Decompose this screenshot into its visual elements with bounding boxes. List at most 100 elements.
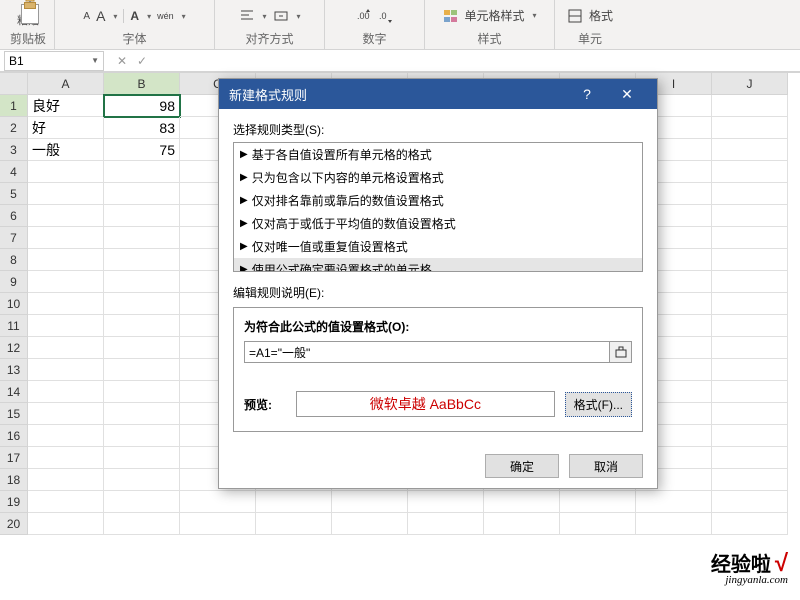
decrease-font-icon[interactable]: A [83,11,90,22]
cell[interactable] [28,469,104,491]
row-header[interactable]: 8 [0,249,28,271]
cell[interactable] [256,513,332,535]
format-icon[interactable] [567,8,583,24]
row-header[interactable]: 20 [0,513,28,535]
rule-type-item[interactable]: ▶只为包含以下内容的单元格设置格式 [234,166,642,189]
cell[interactable] [28,315,104,337]
rule-type-item[interactable]: ▶基于各自值设置所有单元格的格式 [234,143,642,166]
row-header[interactable]: 10 [0,293,28,315]
cell[interactable] [28,359,104,381]
cell[interactable] [104,227,180,249]
cell[interactable] [712,315,788,337]
cell[interactable] [104,359,180,381]
cell[interactable] [712,205,788,227]
close-icon[interactable]: ✕ [607,79,647,109]
column-header[interactable]: A [28,73,104,95]
cell[interactable] [484,513,560,535]
cell[interactable] [28,271,104,293]
cell[interactable] [712,491,788,513]
align-left-icon[interactable] [239,8,255,24]
cell-styles-label[interactable]: 单元格样式 [465,7,525,24]
cell[interactable] [408,513,484,535]
cell[interactable] [104,271,180,293]
cell[interactable] [28,403,104,425]
row-header[interactable]: 14 [0,381,28,403]
cell[interactable] [712,293,788,315]
cell[interactable] [104,249,180,271]
format-label[interactable]: 格式 [589,7,613,24]
cell[interactable] [28,293,104,315]
range-selector-icon[interactable] [609,342,631,362]
row-header[interactable]: 13 [0,359,28,381]
help-icon[interactable]: ? [567,79,607,109]
rule-type-item[interactable]: ▶仅对排名靠前或靠后的数值设置格式 [234,189,642,212]
rule-type-list[interactable]: ▶基于各自值设置所有单元格的格式▶只为包含以下内容的单元格设置格式▶仅对排名靠前… [233,142,643,272]
dialog-titlebar[interactable]: 新建格式规则 ? ✕ [219,79,657,109]
increase-decimal-icon[interactable]: .0 [378,8,394,24]
cell[interactable] [28,205,104,227]
cell[interactable] [104,425,180,447]
row-header[interactable]: 11 [0,315,28,337]
cell[interactable] [636,491,712,513]
cell[interactable] [28,227,104,249]
cell[interactable] [712,337,788,359]
cell[interactable] [104,205,180,227]
row-header[interactable]: 5 [0,183,28,205]
row-header[interactable]: 9 [0,271,28,293]
cell[interactable] [712,183,788,205]
cell[interactable] [408,491,484,513]
cell[interactable] [104,491,180,513]
cancel-fx-icon[interactable]: ✕ [114,54,130,68]
cell[interactable] [104,161,180,183]
cell[interactable] [712,425,788,447]
phonetic-icon[interactable]: wén [157,11,174,21]
cell[interactable] [104,183,180,205]
cell[interactable] [332,513,408,535]
cell[interactable] [712,139,788,161]
cell[interactable] [104,469,180,491]
cell[interactable] [712,117,788,139]
row-header[interactable]: 19 [0,491,28,513]
cell[interactable]: 98 [104,95,180,117]
cell[interactable]: 83 [104,117,180,139]
cancel-button[interactable]: 取消 [569,454,643,478]
format-button[interactable]: 格式(F)... [565,392,632,417]
cell-styles-icon[interactable] [443,8,459,24]
cell[interactable]: 好 [28,117,104,139]
cell[interactable] [712,227,788,249]
cell[interactable] [104,293,180,315]
name-box[interactable]: B1 ▼ [4,51,104,71]
column-header[interactable]: J [712,73,788,95]
row-header[interactable]: 3 [0,139,28,161]
select-all-corner[interactable] [0,73,28,95]
formula-input[interactable] [245,345,609,359]
cell[interactable] [560,491,636,513]
cell[interactable] [636,513,712,535]
cell[interactable] [712,161,788,183]
cell[interactable] [28,161,104,183]
cell[interactable] [28,381,104,403]
cell[interactable] [28,491,104,513]
cell[interactable] [104,513,180,535]
cell[interactable] [28,183,104,205]
cell[interactable] [712,469,788,491]
cell[interactable] [712,249,788,271]
cell[interactable] [712,513,788,535]
cell[interactable] [104,315,180,337]
cell[interactable] [712,447,788,469]
cell[interactable] [332,491,408,513]
cell[interactable] [560,513,636,535]
row-header[interactable]: 7 [0,227,28,249]
decrease-decimal-icon[interactable]: .00 [356,8,372,24]
cell[interactable] [28,337,104,359]
cell[interactable] [28,447,104,469]
cell[interactable]: 良好 [28,95,104,117]
cell[interactable] [180,513,256,535]
rule-type-item[interactable]: ▶使用公式确定要设置格式的单元格 [234,258,642,272]
cell[interactable] [28,425,104,447]
cell[interactable]: 75 [104,139,180,161]
cell[interactable] [28,513,104,535]
ok-button[interactable]: 确定 [485,454,559,478]
chevron-down-icon[interactable]: ▼ [91,56,99,65]
column-header[interactable]: B [104,73,180,95]
